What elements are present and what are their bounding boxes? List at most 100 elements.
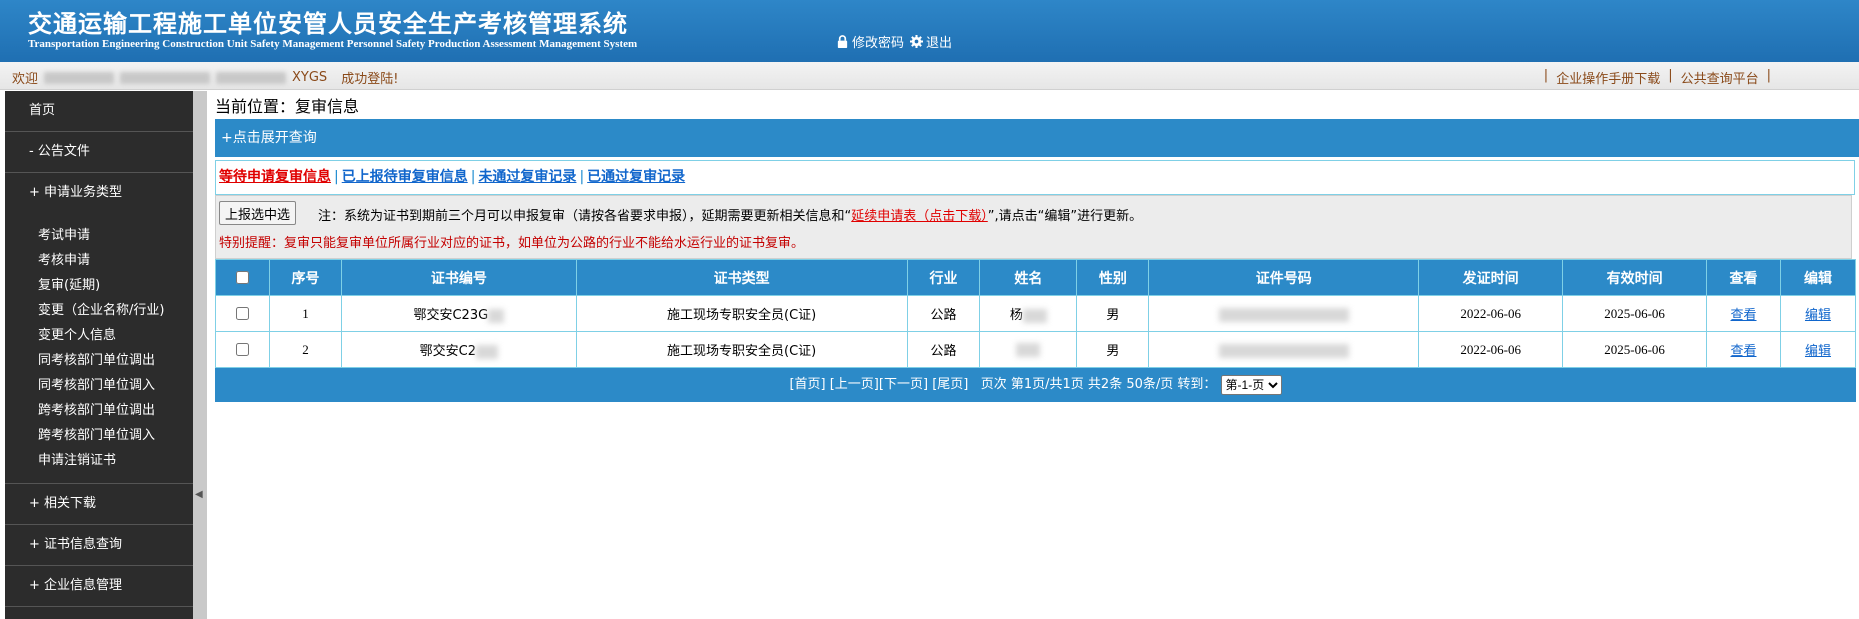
sidebar-item-notices[interactable]: - 公告文件 <box>5 132 193 173</box>
last-page-link[interactable]: [尾页] <box>932 377 968 392</box>
record-tabs: 等待申请复审信息 | 已上报待审复审信息 | 未通过复审记录 | 已通过复审记录 <box>215 160 1855 195</box>
records-table: 序号 证书编号 证书类型 行业 姓名 性别 证件号码 发证时间 有效时间 查看 … <box>215 259 1857 368</box>
link-separator: | <box>1543 68 1549 83</box>
redacted-name <box>1016 342 1041 357</box>
name-cell <box>979 331 1078 368</box>
redacted-cert-no <box>476 344 499 359</box>
sidebar-subitem-renewal[interactable]: 复审(延期) <box>5 273 193 298</box>
tab-rejected-review[interactable]: 未通过复审记录 <box>478 169 576 185</box>
sidebar-item-company-info[interactable]: + 企业信息管理 <box>5 566 193 607</box>
tab-pending-review[interactable]: 等待申请复审信息 <box>219 169 331 185</box>
submit-selected-button[interactable]: 上报选中选 <box>219 201 297 225</box>
column-header: 查看 <box>1706 259 1781 296</box>
next-page-link[interactable]: [下一页] <box>879 377 928 392</box>
logout-link[interactable]: 退出 <box>926 32 952 51</box>
name-cell: 杨 <box>979 295 1078 332</box>
note-prefix: 注：系统为证书到期前三个月可以申报复审（请按各省要求申报），延期需要更新相关信息… <box>318 209 852 224</box>
change-password-link[interactable]: 修改密码 <box>852 32 904 51</box>
sidebar-splitter[interactable]: ◀ <box>193 91 207 619</box>
redacted-company-name <box>44 71 115 84</box>
prev-page-link[interactable]: [上一页] <box>830 377 879 392</box>
top-links: | 企业操作手册下载 | 公共查询平台 | <box>1544 68 1771 87</box>
manual-download-link[interactable]: 企业操作手册下载 <box>1556 68 1660 87</box>
tab-separator: | <box>470 169 476 185</box>
sidebar-subitem-cross-dept-out[interactable]: 跨考核部门单位调出 <box>5 398 193 423</box>
sidebar-item-business-types[interactable]: + 申请业务类型 <box>5 173 193 213</box>
cert-no-cell: 鄂交安C2 <box>340 331 577 368</box>
sidebar-item-home[interactable]: 首页 <box>5 91 193 132</box>
sidebar-item-downloads[interactable]: + 相关下载 <box>5 484 193 525</box>
collapse-arrow-icon[interactable]: ◀ <box>195 489 203 500</box>
row-select-cell <box>215 331 270 368</box>
cert-no-cell: 鄂交安C23G <box>340 295 577 332</box>
view-link[interactable]: 查看 <box>1731 344 1757 359</box>
link-separator: | <box>1668 68 1673 83</box>
cert-type-cell: 施工现场专职安全员(C证) <box>575 295 908 332</box>
edit-link[interactable]: 编辑 <box>1805 308 1831 323</box>
select-all-header <box>215 259 270 296</box>
welcome-bar: 欢迎 XYGS 成功登陆! | 企业操作手册下载 | 公共查询平台 | <box>0 62 1859 90</box>
gender-cell: 男 <box>1076 295 1150 332</box>
breadcrumb: 当前位置：复审信息 <box>215 97 360 116</box>
expand-query-bar[interactable]: +点击展开查询 <box>215 119 1859 157</box>
column-header: 序号 <box>268 259 342 296</box>
cert-no: 鄂交安C23G <box>413 308 489 323</box>
sidebar-subitem-same-dept-out[interactable]: 同考核部门单位调出 <box>5 348 193 373</box>
pagination-bar: [首页] [上一页][下一页] [尾页] 页次 第1页/共1页 共2条 50条/… <box>215 368 1856 402</box>
lock-icon <box>837 35 848 48</box>
tab-submitted-review[interactable]: 已上报待审复审信息 <box>342 169 468 185</box>
column-header: 证书类型 <box>575 259 908 296</box>
id-number-cell <box>1148 295 1420 332</box>
redacted-id-number <box>1218 307 1349 322</box>
redacted-cert-no <box>488 308 505 323</box>
sidebar-subitem-cancel-cert[interactable]: 申请注销证书 <box>5 448 193 473</box>
system-title: 交通运输工程施工单位安管人员安全生产考核管理系统 <box>28 10 628 38</box>
sidebar-subitem-change-company[interactable]: 变更（企业名称/行业) <box>5 298 193 323</box>
column-header: 有效时间 <box>1562 259 1708 296</box>
system-subtitle: Transportation Engineering Construction … <box>28 38 638 50</box>
welcome-greeting: 欢迎 <box>12 72 39 87</box>
row-checkbox[interactable] <box>236 342 250 356</box>
view-cell: 查看 <box>1706 295 1781 332</box>
row-checkbox[interactable] <box>236 306 250 320</box>
row-select-cell <box>215 295 270 332</box>
first-page-link[interactable]: [首页] <box>789 377 825 392</box>
cert-no: 鄂交安C2 <box>419 344 477 359</box>
column-header: 证书编号 <box>340 259 577 296</box>
login-status: 成功登陆! <box>341 72 399 87</box>
table-row: 1 鄂交安C23G 施工现场专职安全员(C证) 公路 杨 男 2022-06-0… <box>215 295 1857 332</box>
sidebar-submenu: 考试申请 考核申请 复审(延期) 变更（企业名称/行业) 变更个人信息 同考核部… <box>5 213 193 484</box>
table-header-row: 序号 证书编号 证书类型 行业 姓名 性别 证件号码 发证时间 有效时间 查看 … <box>215 259 1857 296</box>
public-query-link[interactable]: 公共查询平台 <box>1681 68 1759 87</box>
valid-date-cell: 2025-06-06 <box>1562 331 1708 368</box>
seq-cell: 1 <box>268 295 342 332</box>
sidebar-subitem-cross-dept-in[interactable]: 跨考核部门单位调入 <box>5 423 193 448</box>
column-header: 编辑 <box>1779 259 1857 296</box>
column-header: 性别 <box>1076 259 1150 296</box>
select-all-checkbox[interactable] <box>236 270 250 284</box>
link-separator: | <box>1766 68 1771 83</box>
sidebar-subitem-assessment[interactable]: 考核申请 <box>5 248 193 273</box>
page-select[interactable]: 第-1-页 <box>1220 374 1282 395</box>
id-number-cell <box>1148 331 1420 368</box>
renewal-form-download-link[interactable]: 延续申请表（点击下载） <box>851 209 988 224</box>
column-header: 姓名 <box>979 259 1078 296</box>
column-header: 行业 <box>906 259 981 296</box>
sidebar-subitem-change-personal[interactable]: 变更个人信息 <box>5 323 193 348</box>
app-header: 交通运输工程施工单位安管人员安全生产考核管理系统 Transportation … <box>0 0 1859 62</box>
issue-date-cell: 2022-06-06 <box>1418 331 1564 368</box>
column-header: 发证时间 <box>1418 259 1564 296</box>
note-text: 注：系统为证书到期前三个月可以申报复审（请按各省要求申报），延期需要更新相关信息… <box>318 205 1142 224</box>
sidebar-subitem-exam[interactable]: 考试申请 <box>5 223 193 248</box>
edit-cell: 编辑 <box>1779 295 1857 332</box>
gender-cell: 男 <box>1076 331 1150 368</box>
tab-approved-review[interactable]: 已通过复审记录 <box>587 169 685 185</box>
redacted-name <box>1022 308 1047 323</box>
view-link[interactable]: 查看 <box>1731 308 1757 323</box>
sidebar: 首页 - 公告文件 + 申请业务类型 考试申请 考核申请 复审(延期) 变更（企… <box>5 91 193 619</box>
edit-cell: 编辑 <box>1779 331 1857 368</box>
special-notice: 特别提醒：复审只能复审单位所属行业对应的证书，如单位为公路的行业不能给水运行业的… <box>219 236 805 251</box>
sidebar-item-cert-query[interactable]: + 证书信息查询 <box>5 525 193 566</box>
edit-link[interactable]: 编辑 <box>1805 344 1831 359</box>
sidebar-subitem-same-dept-in[interactable]: 同考核部门单位调入 <box>5 373 193 398</box>
